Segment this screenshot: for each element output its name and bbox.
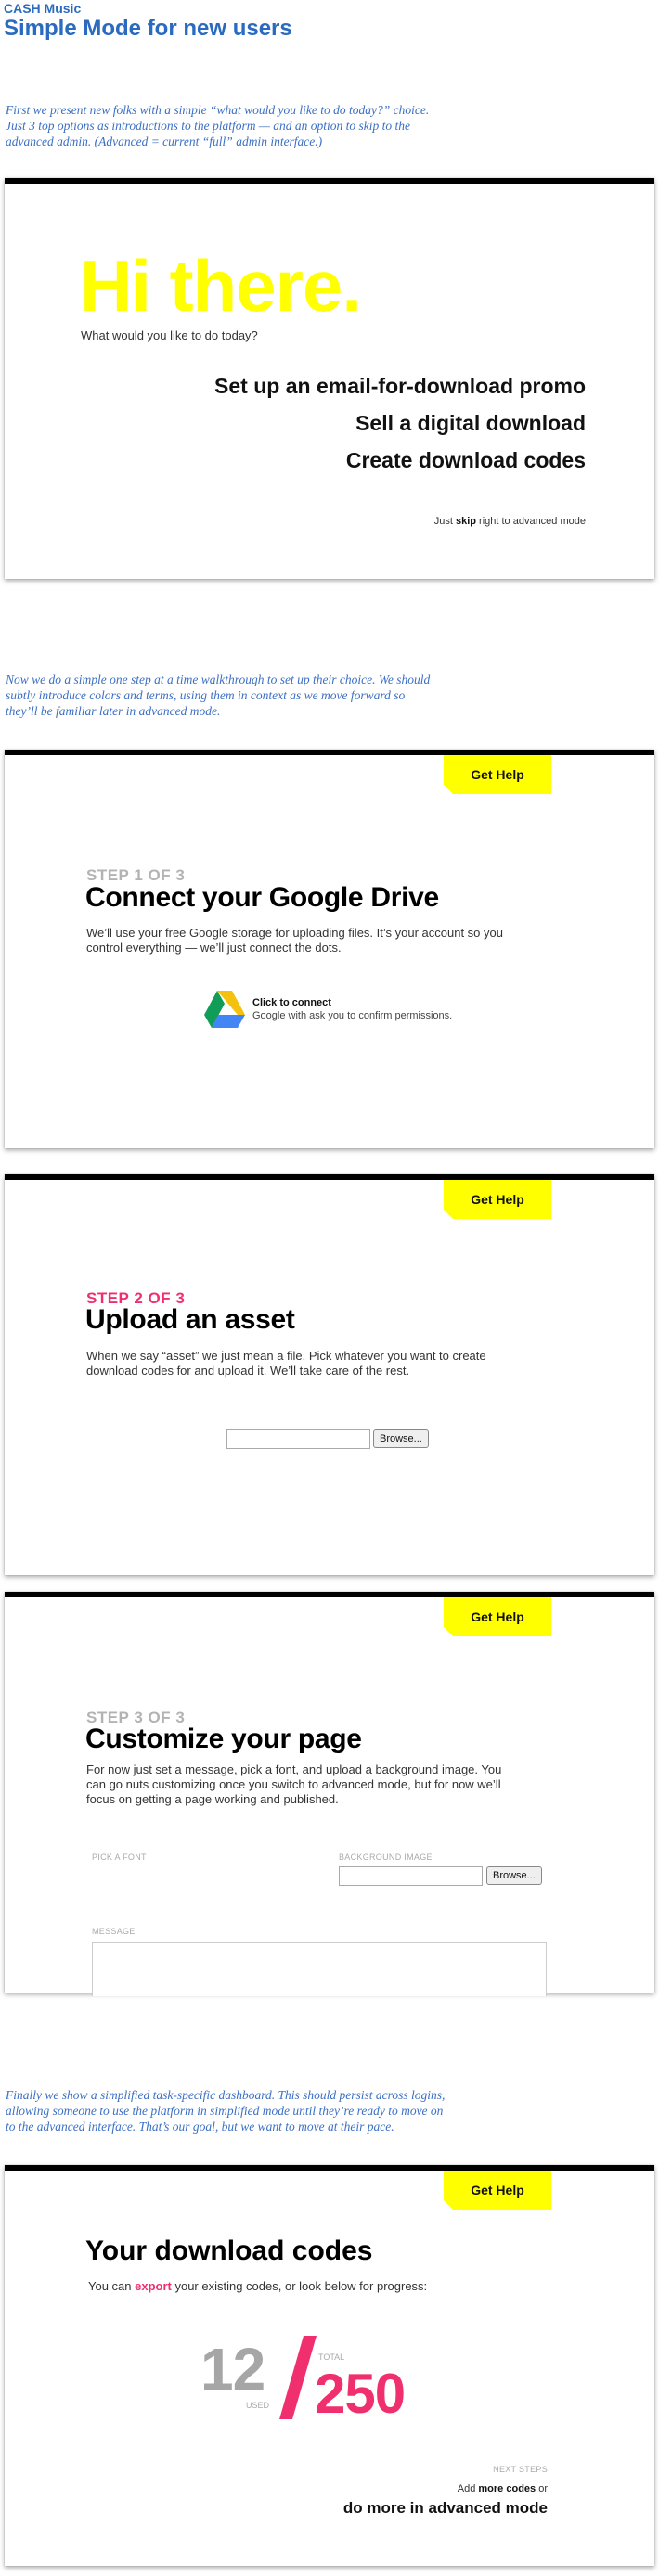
background-image-label: BACKGROUND IMAGE (339, 1852, 433, 1862)
skip-prefix: Just (433, 516, 456, 527)
dashboard-title: Your download codes (85, 2236, 373, 2266)
step1-panel: Get Help STEP 1 OF 3 Connect your Google… (5, 750, 654, 1148)
background-image-input[interactable] (339, 1866, 483, 1886)
file-path-input[interactable] (226, 1429, 370, 1449)
connect-text: Click to connect Google with ask you to … (245, 997, 452, 1021)
connect-google-drive-button[interactable]: Click to connect Google with ask you to … (204, 991, 452, 1028)
skip-to-advanced: Just skip right to advanced mode (434, 516, 586, 527)
google-drive-icon (204, 991, 245, 1028)
skip-link[interactable]: skip (456, 516, 476, 527)
divider-slash-icon (279, 2336, 317, 2419)
description-line: focus on getting a page working and publ… (86, 1792, 339, 1806)
message-label: MESSAGE (92, 1927, 136, 1936)
font-label: PICK A FONT (92, 1852, 147, 1862)
walkthrough-note: Now we do a simple one step at a time wa… (6, 672, 525, 719)
description-line: control everything — we’ll just connect … (86, 941, 342, 955)
step-title: Upload an asset (85, 1304, 295, 1335)
add-prefix: Add (457, 2483, 479, 2494)
note-line: subtly introduce colors and terms, using… (6, 688, 406, 702)
dashboard-note: Finally we show a simplified task-specif… (6, 2087, 525, 2134)
connect-subtitle: Google with ask you to confirm permissio… (252, 1010, 453, 1021)
intro-note: First we present new folks with a simple… (6, 102, 525, 149)
page-title: Simple Mode for new users (4, 16, 292, 41)
brand-name: CASH Music (4, 1, 82, 16)
dashboard-description: You can export your existing codes, or l… (88, 2279, 427, 2293)
welcome-panel: Hi there. What would you like to do toda… (5, 178, 654, 579)
step-title: Customize your page (85, 1724, 362, 1754)
next-steps-label: NEXT STEPS (493, 2465, 548, 2474)
greeting-heading: Hi there. (80, 245, 362, 327)
note-line: Finally we show a simplified task-specif… (6, 2088, 446, 2102)
add-more-codes: Add more codes or (458, 2483, 548, 2494)
choice-create-download-codes[interactable]: Create download codes (346, 448, 586, 473)
choice-sell-digital-download[interactable]: Sell a digital download (355, 411, 586, 436)
step2-panel: Get Help STEP 2 OF 3 Upload an asset Whe… (5, 1174, 654, 1575)
step-description: When we say “asset” we just mean a file.… (86, 1349, 550, 1378)
note-line: allowing someone to use the platform in … (6, 2104, 444, 2118)
note-line: to the advanced interface. That’s our go… (6, 2120, 394, 2134)
description-line: When we say “asset” we just mean a file.… (86, 1349, 486, 1363)
step-description: For now just set a message, pick a font,… (86, 1762, 550, 1807)
used-label: USED (246, 2401, 270, 2410)
dashboard-panel: Get Help Your download codes You can exp… (5, 2165, 654, 2566)
message-textarea[interactable] (92, 1942, 547, 1996)
description-suffix: your existing codes, or look below for p… (171, 2279, 428, 2293)
get-help-button[interactable]: Get Help (444, 1180, 551, 1219)
used-count: 12 (200, 2336, 265, 2403)
add-suffix: or (536, 2483, 548, 2494)
choice-email-for-download[interactable]: Set up an email-for-download promo (214, 374, 586, 399)
description-line: For now just set a message, pick a font,… (86, 1762, 502, 1776)
skip-suffix: right to advanced mode (475, 516, 586, 527)
greeting-question: What would you like to do today? (81, 328, 258, 342)
note-line: First we present new folks with a simple… (6, 103, 430, 117)
export-link[interactable]: export (135, 2279, 172, 2293)
description-line: can go nuts customizing once you switch … (86, 1777, 501, 1791)
get-help-button[interactable]: Get Help (444, 1597, 551, 1636)
get-help-button[interactable]: Get Help (444, 2171, 551, 2210)
browse-button[interactable]: Browse... (486, 1866, 542, 1885)
note-line: Now we do a simple one step at a time wa… (6, 673, 431, 686)
step-title: Connect your Google Drive (85, 882, 439, 913)
note-line: they’ll be familiar later in advanced mo… (6, 704, 221, 718)
step3-panel: Get Help STEP 3 OF 3 Customize your page… (5, 1592, 654, 1996)
advanced-mode-link[interactable]: do more in advanced mode (343, 2499, 548, 2518)
note-line: Just 3 top options as introductions to t… (6, 119, 411, 133)
connect-title: Click to connect (252, 997, 331, 1008)
more-codes-link[interactable]: more codes (478, 2483, 536, 2494)
get-help-button[interactable]: Get Help (444, 755, 551, 794)
total-label: TOTAL (318, 2352, 345, 2362)
browse-button[interactable]: Browse... (373, 1429, 429, 1448)
step-description: We’ll use your free Google storage for u… (86, 926, 550, 955)
note-line: advanced admin. (Advanced = current “ful… (6, 135, 323, 148)
description-prefix: You can (88, 2279, 136, 2293)
description-line: download codes for and upload it. We’ll … (86, 1364, 410, 1378)
description-line: We’ll use your free Google storage for u… (86, 926, 503, 940)
total-count: 250 (315, 2363, 406, 2425)
